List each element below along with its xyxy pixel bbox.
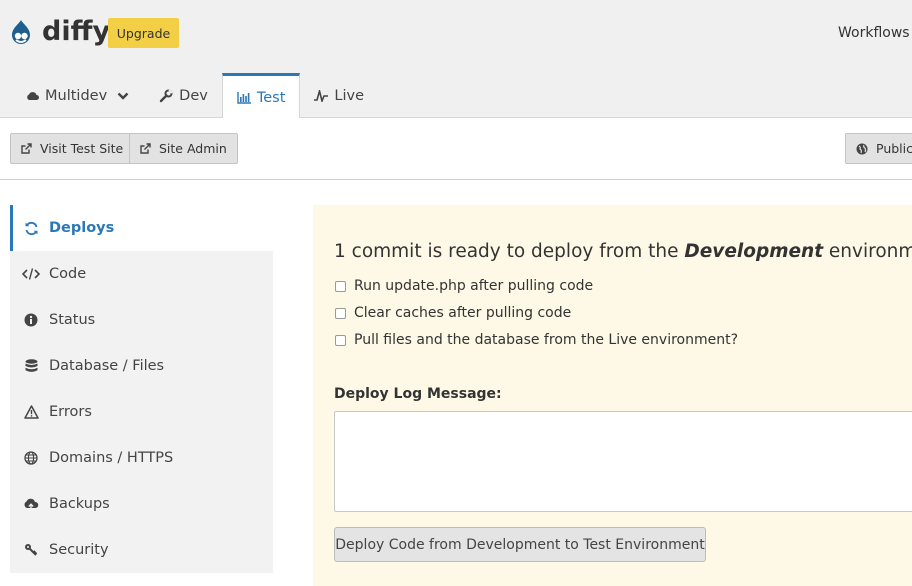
sidebar-item-label: Domains / HTTPS <box>49 450 174 466</box>
sidebar-item-label: Backups <box>49 496 110 512</box>
tab-test[interactable]: Test <box>221 73 301 119</box>
clear-caches-checkbox[interactable] <box>335 307 346 319</box>
sidebar-item-label: Deploys <box>49 220 115 236</box>
sidebar-item-deploys[interactable]: Deploys <box>10 205 273 251</box>
button-label: Visit Test Site <box>40 141 124 156</box>
sidebar-item-backups[interactable]: Backups <box>10 481 273 527</box>
title-suffix: environment <box>828 241 912 262</box>
deploy-log-message-input[interactable] <box>334 411 912 512</box>
title-prefix: 1 commit is ready to deploy from the <box>334 241 685 262</box>
option-run-update[interactable]: Run update.php after pulling code <box>335 278 593 294</box>
option-label: Clear caches after pulling code <box>354 305 572 321</box>
pulse-icon <box>314 89 329 102</box>
chevron-down-icon[interactable] <box>117 92 129 100</box>
sidebar-item-database-files[interactable]: Database / Files <box>10 343 273 389</box>
sidebar-item-label: Database / Files <box>49 358 165 374</box>
button-label: Site Admin <box>159 141 227 156</box>
sidebar-item-label: Status <box>49 312 96 328</box>
sidebar-item-label: Errors <box>49 404 92 420</box>
pull-files-checkbox[interactable] <box>335 334 346 346</box>
drupal-drop-icon <box>12 20 30 44</box>
sidebar-item-code[interactable]: Code <box>10 251 273 297</box>
wrench-icon <box>159 88 173 103</box>
environment-tabs: Multidev Dev Test Live <box>10 73 378 119</box>
tab-label: Dev <box>179 87 208 104</box>
deploy-panel: 1 commit is ready to deploy from the Dev… <box>313 205 912 586</box>
globe-icon <box>22 451 40 465</box>
tab-label: Multidev <box>45 87 108 104</box>
cloud-icon <box>26 91 39 101</box>
upgrade-button[interactable]: Upgrade <box>108 18 179 48</box>
option-clear-caches[interactable]: Clear caches after pulling code <box>335 305 571 321</box>
sidebar-item-domains-https[interactable]: Domains / HTTPS <box>10 435 273 481</box>
sidebar-nav: Deploys Code Status Database / Files Err… <box>10 205 273 586</box>
external-link-icon <box>140 143 151 154</box>
run-update-checkbox[interactable] <box>335 280 346 292</box>
external-link-icon <box>21 143 32 154</box>
warning-icon <box>22 405 40 419</box>
tab-label: Test <box>256 89 286 106</box>
bar-chart-icon <box>237 91 251 104</box>
sidebar-item-security[interactable]: Security <box>10 527 273 573</box>
option-pull-files[interactable]: Pull files and the database from the Liv… <box>335 332 738 348</box>
cloud-upload-icon <box>22 498 40 511</box>
top-header: diffy Upgrade Workflows Multidev Dev Tes… <box>0 0 912 119</box>
site-name[interactable]: diffy <box>42 16 110 47</box>
action-bar: Visit Test Site Site Admin Public <box>0 118 912 180</box>
button-label: Public <box>876 141 912 156</box>
option-label: Run update.php after pulling code <box>354 278 594 294</box>
drupal-logo[interactable] <box>10 19 32 45</box>
visit-test-site-button[interactable]: Visit Test Site <box>10 133 135 164</box>
site-admin-button[interactable]: Site Admin <box>129 133 238 164</box>
sidebar-item-label: Code <box>49 266 87 282</box>
workflows-link[interactable]: Workflows <box>838 25 910 41</box>
keys-icon <box>22 543 40 558</box>
deploy-log-label: Deploy Log Message: <box>334 386 502 402</box>
sidebar-item-errors[interactable]: Errors <box>10 389 273 435</box>
globe-icon <box>856 143 868 155</box>
tab-label: Live <box>334 87 364 104</box>
refresh-icon <box>22 221 40 236</box>
title-environment: Development <box>684 241 824 262</box>
sidebar-item-status[interactable]: Status <box>10 297 273 343</box>
deploy-code-button[interactable]: Deploy Code from Development to Test Env… <box>334 527 706 562</box>
public-button[interactable]: Public <box>845 133 912 164</box>
info-icon <box>22 313 40 327</box>
code-icon <box>22 268 40 280</box>
option-label: Pull files and the database from the Liv… <box>354 332 739 348</box>
database-icon <box>22 359 40 373</box>
tab-live[interactable]: Live <box>300 73 378 118</box>
deploy-panel-title: 1 commit is ready to deploy from the Dev… <box>334 241 912 262</box>
tab-multidev[interactable]: Multidev <box>10 73 145 118</box>
sidebar-item-label: Security <box>49 542 109 558</box>
tab-dev[interactable]: Dev <box>145 73 222 118</box>
